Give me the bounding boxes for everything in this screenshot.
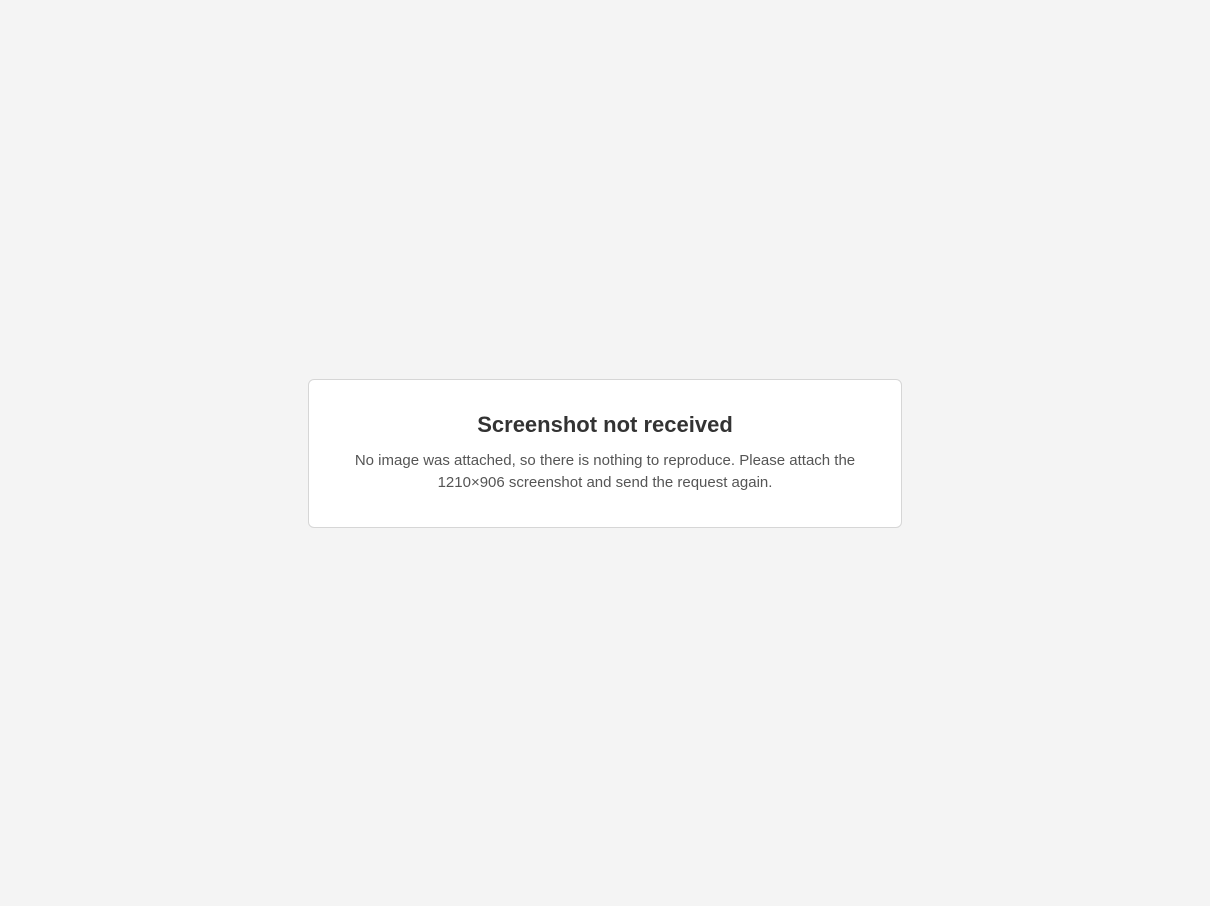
page: Screenshot not received No image was att… bbox=[0, 0, 1210, 906]
missing-image-notice: Screenshot not received No image was att… bbox=[308, 378, 902, 528]
notice-message: No image was attached, so there is nothi… bbox=[354, 451, 856, 492]
notice-heading: Screenshot not received bbox=[477, 411, 733, 437]
